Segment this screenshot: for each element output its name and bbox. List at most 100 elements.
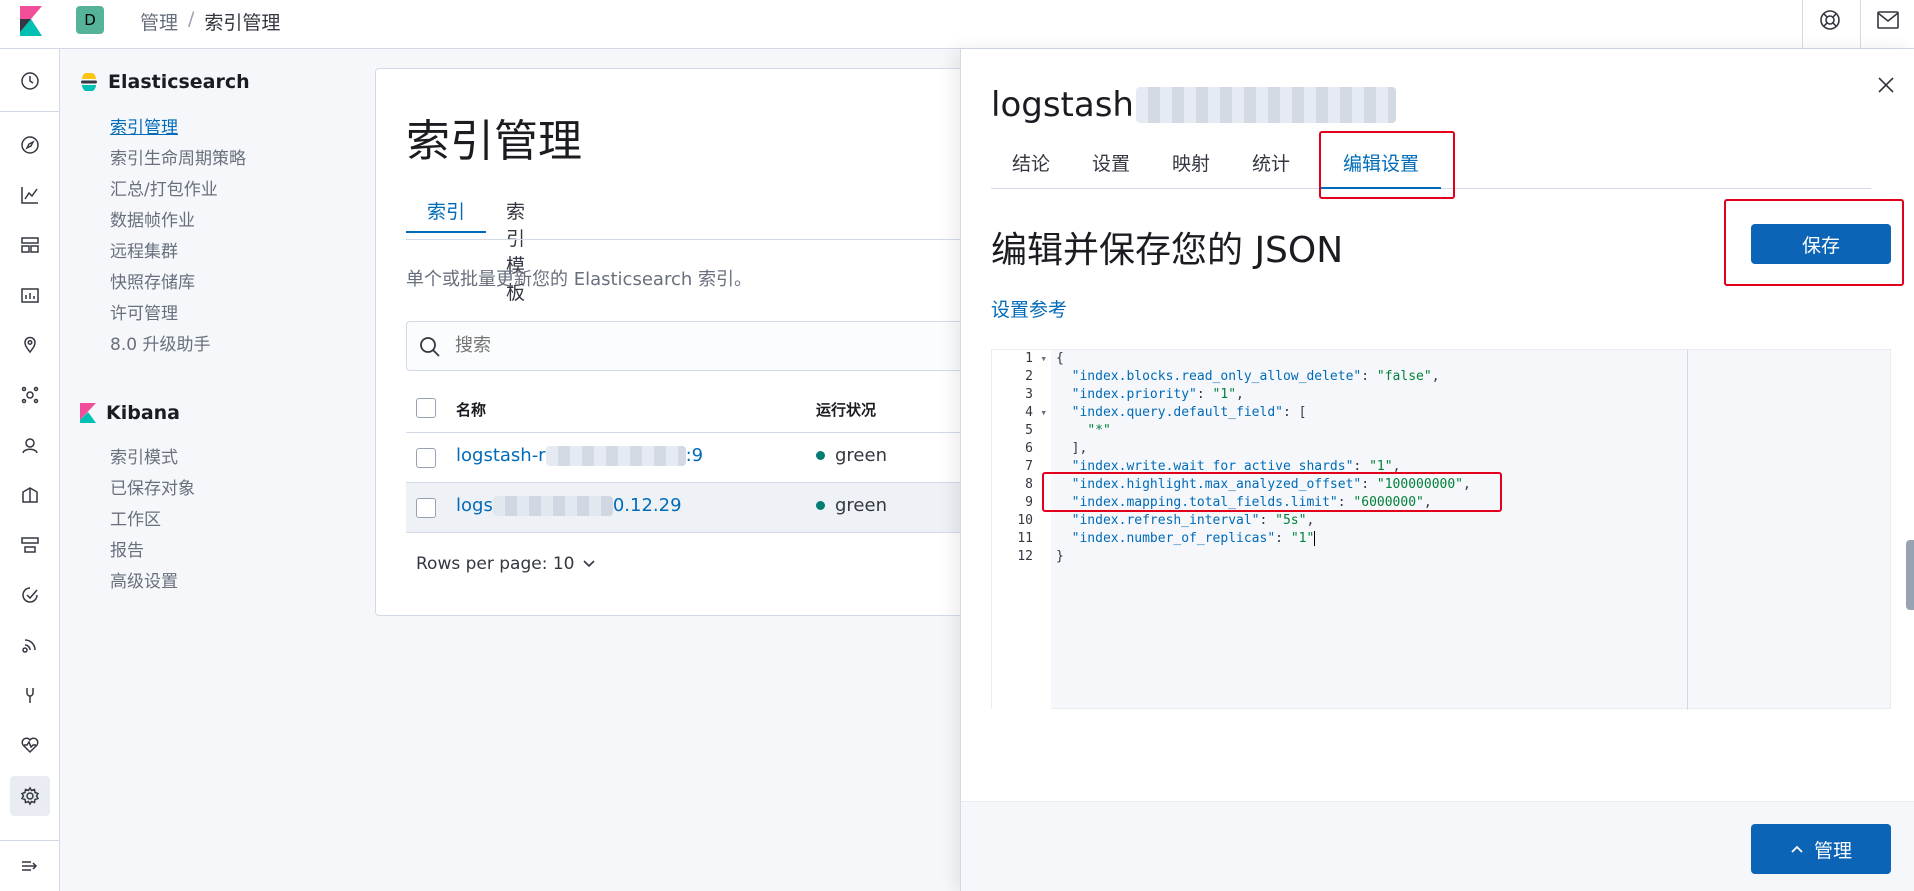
- line-number: 9: [1025, 495, 1033, 510]
- json-punct: : [: [1282, 405, 1307, 420]
- health-dot-icon: [816, 451, 825, 460]
- column-header-health[interactable]: 运行状况: [816, 399, 876, 420]
- compass-icon[interactable]: [18, 133, 42, 157]
- gear-icon[interactable]: [10, 776, 50, 816]
- health-dot-icon: [816, 501, 825, 510]
- row-checkbox[interactable]: [416, 498, 436, 518]
- json-key: "index.mapping.total_fields.limit": [1071, 495, 1338, 510]
- health-status: green: [816, 445, 887, 466]
- json-code[interactable]: { "index.blocks.read_only_allow_delete":…: [1056, 350, 1471, 566]
- mail-icon[interactable]: [1876, 8, 1900, 32]
- sidenav-item-index-patterns[interactable]: 索引模式: [110, 443, 178, 468]
- breadcrumb-separator: /: [188, 8, 195, 30]
- json-editor[interactable]: 123456789101112 { "index.blocks.read_onl…: [991, 349, 1891, 710]
- chevron-down-icon: [583, 560, 596, 568]
- section-kibana: Kibana: [80, 402, 180, 424]
- index-details-flyout: logstash 结论 设置 映射 统计 编辑设置 编辑并保存您的 JSON 保…: [960, 49, 1914, 891]
- logs-icon[interactable]: [18, 483, 42, 507]
- space-avatar[interactable]: D: [76, 6, 104, 34]
- uptime-icon[interactable]: [18, 583, 42, 607]
- close-icon[interactable]: [1875, 74, 1897, 96]
- column-header-name[interactable]: 名称: [456, 399, 486, 420]
- json-punct: ],: [1056, 441, 1088, 456]
- json-punct: [1056, 495, 1072, 510]
- tab-index-templates[interactable]: 索引模板: [506, 191, 525, 304]
- json-key: "index.query.default_field": [1071, 405, 1283, 420]
- index-name-prefix: logstash-r: [456, 445, 546, 466]
- json-punct: ,: [1423, 495, 1432, 510]
- rows-per-page-selector[interactable]: Rows per page: 10: [416, 554, 596, 574]
- maps-icon[interactable]: [18, 333, 42, 357]
- json-punct: :: [1275, 531, 1291, 546]
- line-number: 2: [1025, 369, 1033, 384]
- help-icon[interactable]: [1818, 8, 1842, 32]
- visualize-icon[interactable]: [18, 183, 42, 207]
- sidenav-item-ilm[interactable]: 索引生命周期策略: [110, 144, 246, 169]
- line-number-gutter: 123456789101112: [992, 350, 1051, 710]
- rows-per-page-label: Rows per page: 10: [416, 554, 575, 574]
- sidenav-item-saved-objects[interactable]: 已保存对象: [110, 474, 195, 499]
- top-header: D 管理 / 索引管理: [0, 0, 1914, 49]
- json-punct: :: [1361, 369, 1377, 384]
- code-line: "index.mapping.total_fields.limit": "600…: [1056, 494, 1471, 512]
- infrastructure-icon[interactable]: [18, 533, 42, 557]
- sidenav-item-index-management[interactable]: 索引管理: [110, 113, 178, 138]
- collapse-icon[interactable]: [18, 854, 42, 878]
- kibana-icon: [80, 403, 96, 423]
- breadcrumb-management[interactable]: 管理: [140, 8, 178, 35]
- page-description: 单个或批量更新您的 Elasticsearch 索引。: [406, 269, 752, 290]
- scrollbar-handle[interactable]: [1906, 540, 1914, 610]
- sidenav-item-snapshots[interactable]: 快照存储库: [110, 268, 195, 293]
- tab-summary[interactable]: 结论: [991, 137, 1071, 189]
- health-status: green: [816, 495, 887, 516]
- graph-icon[interactable]: [18, 433, 42, 457]
- sidenav-item-rollup[interactable]: 汇总/打包作业: [110, 175, 218, 200]
- json-punct: :: [1337, 495, 1354, 510]
- sidenav-item-remote-clusters[interactable]: 远程集群: [110, 237, 178, 262]
- settings-reference-link[interactable]: 设置参考: [991, 295, 1067, 322]
- sidenav-item-spaces[interactable]: 工作区: [110, 505, 161, 530]
- kibana-logo[interactable]: [20, 6, 42, 36]
- tab-mappings[interactable]: 映射: [1151, 137, 1231, 189]
- table-row: logs 0.12.29 green: [406, 483, 976, 533]
- save-button[interactable]: 保存: [1751, 224, 1891, 264]
- index-name-link[interactable]: logs 0.12.29: [456, 495, 682, 516]
- flyout-title-text: logstash: [991, 85, 1134, 125]
- apm-icon[interactable]: [18, 633, 42, 657]
- sidenav-item-upgrade-assistant[interactable]: 8.0 升级助手: [110, 330, 210, 355]
- dev-tools-icon[interactable]: [18, 683, 42, 707]
- ml-icon[interactable]: [18, 383, 42, 407]
- index-management-panel: 索引管理 索引 索引模板 单个或批量更新您的 Elasticsearch 索引。…: [375, 68, 976, 616]
- sidenav-item-reporting[interactable]: 报告: [110, 536, 144, 561]
- sidenav-item-license[interactable]: 许可管理: [110, 299, 178, 324]
- search-field[interactable]: [406, 321, 976, 371]
- row-checkbox[interactable]: [416, 448, 436, 468]
- manage-button[interactable]: 管理: [1751, 824, 1891, 874]
- json-punct: [1056, 513, 1072, 528]
- tab-stats[interactable]: 统计: [1231, 137, 1311, 189]
- code-line: "index.number_of_replicas": "1": [1056, 530, 1471, 548]
- code-line: }: [1056, 548, 1471, 566]
- monitoring-icon[interactable]: [18, 733, 42, 757]
- json-value: "1": [1290, 531, 1315, 546]
- sidenav-item-advanced-settings[interactable]: 高级设置: [110, 567, 178, 592]
- json-punct: :: [1353, 459, 1370, 474]
- tab-indices[interactable]: 索引: [406, 191, 486, 233]
- json-value: "6000000": [1353, 495, 1424, 510]
- json-key: "index.refresh_interval": [1071, 513, 1260, 528]
- dashboard-icon[interactable]: [18, 233, 42, 257]
- line-number: 10: [1017, 513, 1033, 528]
- canvas-icon[interactable]: [18, 283, 42, 307]
- select-all-checkbox[interactable]: [416, 398, 436, 418]
- json-punct: :: [1259, 513, 1276, 528]
- tab-edit-settings[interactable]: 编辑设置: [1321, 137, 1441, 189]
- tab-settings[interactable]: 设置: [1071, 137, 1151, 189]
- clock-icon[interactable]: [18, 69, 42, 93]
- sidenav-item-transforms[interactable]: 数据帧作业: [110, 206, 195, 231]
- tabs-divider: [406, 239, 976, 240]
- index-name-link[interactable]: logstash-r:9: [456, 445, 703, 466]
- code-line: "index.highlight.max_analyzed_offset": "…: [1056, 476, 1471, 494]
- json-value: "1": [1369, 459, 1393, 474]
- search-input[interactable]: [455, 335, 955, 356]
- json-punct: [1056, 459, 1072, 474]
